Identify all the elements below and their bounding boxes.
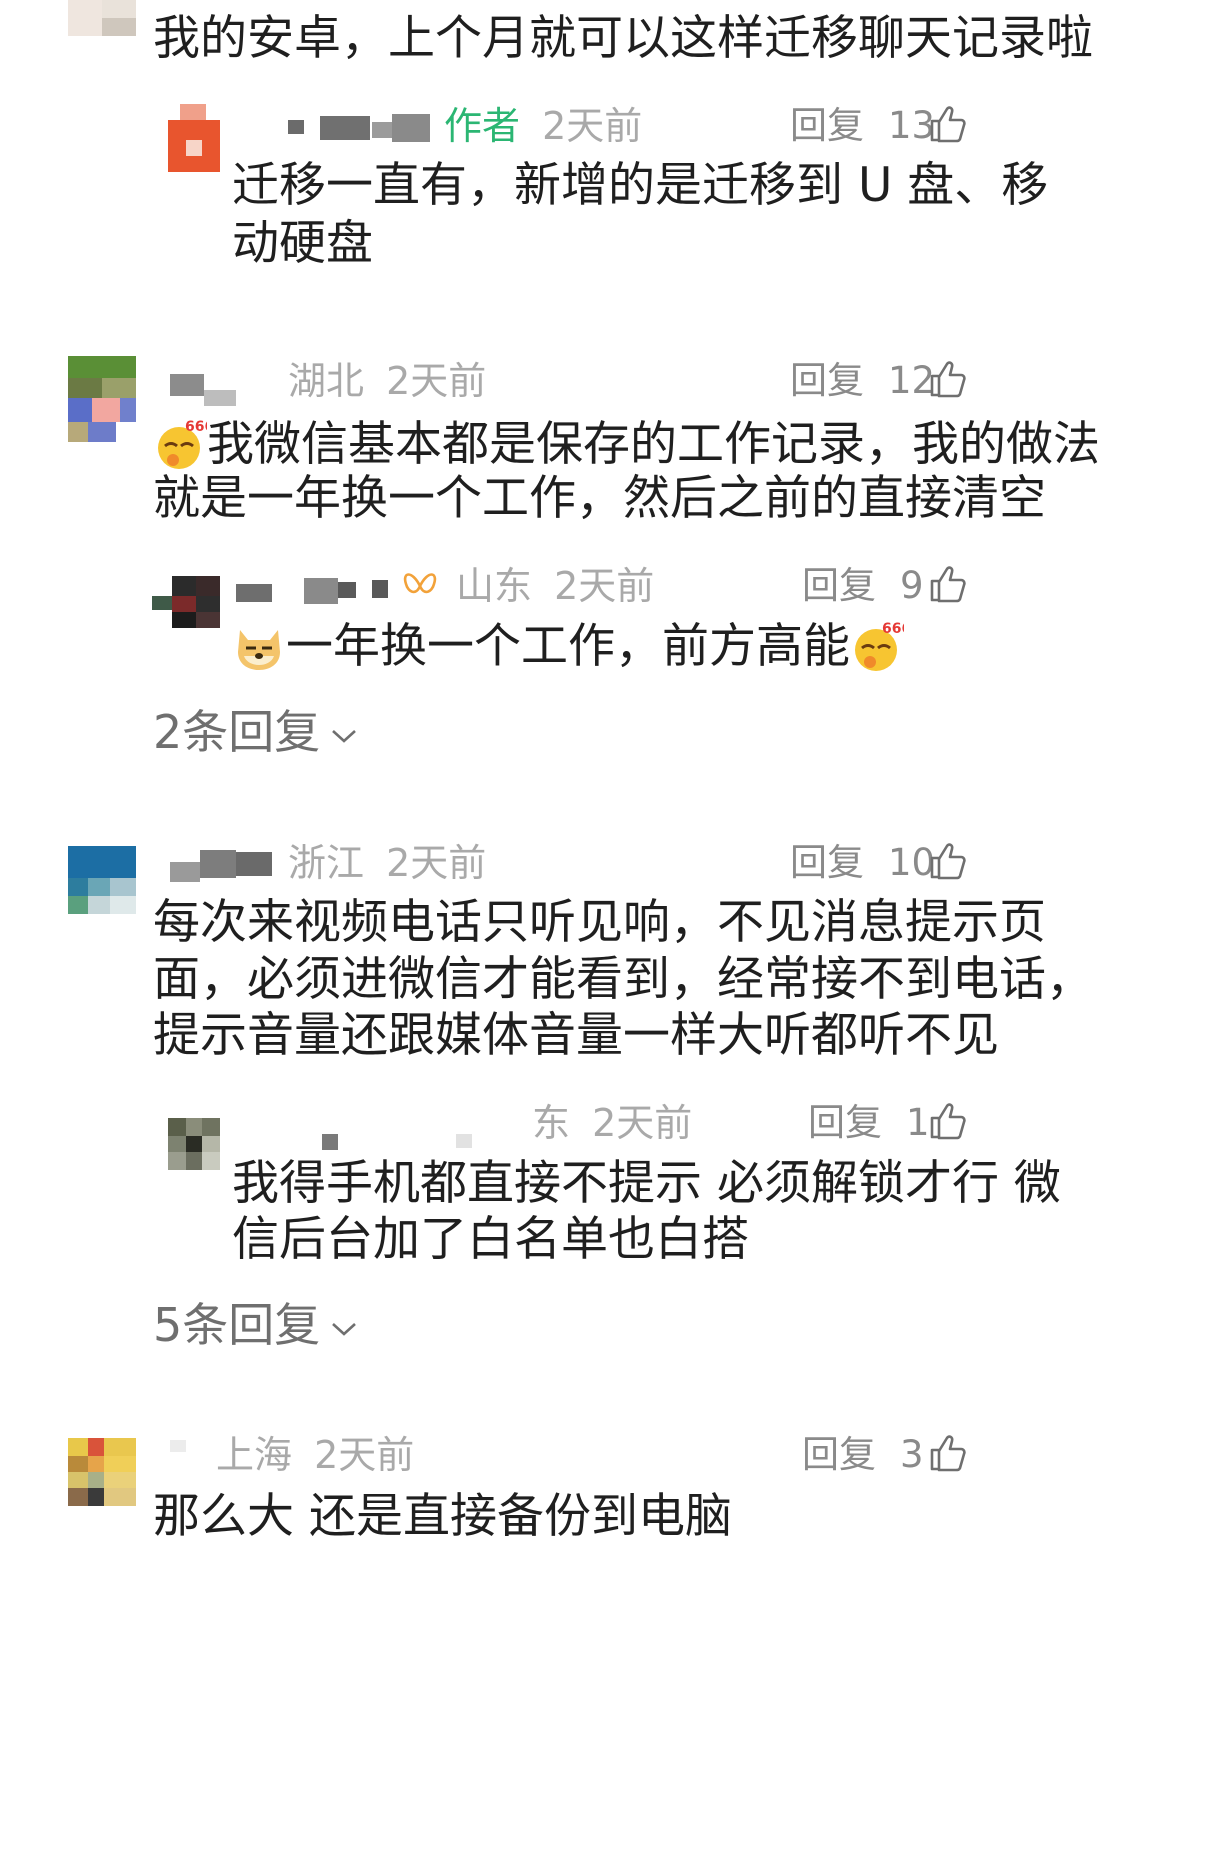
emoji-666-icon: 666: [158, 419, 207, 469]
time-label: 2天前: [542, 104, 643, 148]
reply-meta: 作者 2天前: [444, 104, 642, 148]
avatar[interactable]: [68, 0, 136, 36]
thumbs-up-icon[interactable]: [928, 1433, 968, 1473]
time-label: 2天前: [314, 1433, 415, 1477]
username-redacted: [288, 120, 304, 134]
time-label: 2天前: [554, 564, 655, 608]
username-redacted: [200, 850, 236, 878]
username-redacted: [456, 1134, 472, 1148]
time-label: 2天前: [386, 359, 487, 403]
comment-text: 那么大 还是直接备份到电脑: [153, 1489, 732, 1544]
comment-text: 提示音量还跟媒体音量一样大听都听不见: [153, 1008, 999, 1063]
emoji-666-label: 666: [882, 621, 904, 637]
expand-replies-button[interactable]: 2条回复: [153, 704, 358, 760]
thumbs-up-icon[interactable]: [928, 1101, 968, 1141]
emoji-666-icon: 666: [855, 621, 904, 671]
username-redacted: [372, 122, 392, 138]
username-redacted: [170, 374, 204, 396]
username-redacted: [338, 582, 356, 598]
reply-text: 动硬盘: [232, 216, 373, 271]
reply-meta: 山东 2天前: [456, 564, 654, 608]
location-label: 山东: [456, 564, 533, 608]
location-label: 上海: [216, 1433, 293, 1477]
butterfly-badge-icon: [403, 573, 437, 594]
comment-text-line: 我微信基本都是保存的工作记录，我的做法: [207, 417, 1100, 472]
like-count: 3: [900, 1433, 924, 1476]
location-label: 东: [532, 1101, 571, 1145]
username-redacted: [170, 1440, 186, 1452]
more-replies-label: 2条回复: [153, 705, 321, 759]
thumbs-up-icon[interactable]: [928, 841, 968, 881]
location-label: 浙江: [288, 841, 365, 885]
like-count: 9: [900, 564, 924, 607]
reply-text: 信后台加了白名单也白搭: [232, 1212, 749, 1267]
comment-text: 我的安卓，上个月就可以这样迁移聊天记录啦: [153, 11, 1093, 66]
reply-button[interactable]: 回复: [802, 564, 876, 608]
reply-text: 一年换一个工作，前方高能 666: [232, 614, 904, 680]
avatar[interactable]: [68, 356, 136, 442]
comment-meta: 浙江 2天前: [288, 841, 486, 885]
reply-button[interactable]: 回复: [790, 841, 864, 885]
username-redacted: [304, 578, 338, 604]
avatar[interactable]: [68, 1438, 136, 1506]
thumbs-up-icon[interactable]: [928, 104, 968, 144]
time-label: 2天前: [592, 1101, 693, 1145]
doge-emoji-icon: [238, 630, 280, 670]
username-redacted: [320, 116, 370, 140]
reply-button[interactable]: 回复: [790, 104, 864, 148]
avatar[interactable]: [152, 576, 220, 628]
avatar[interactable]: [68, 846, 136, 914]
reply-button[interactable]: 回复: [790, 359, 864, 403]
username-redacted: [236, 584, 272, 602]
reply-button[interactable]: 回复: [802, 1433, 876, 1477]
username-redacted: [392, 114, 430, 142]
thumbs-up-icon[interactable]: [928, 564, 968, 604]
more-replies-label: 5条回复: [153, 1298, 321, 1352]
username-redacted: [170, 862, 200, 882]
thumbs-up-icon[interactable]: [928, 359, 968, 399]
reply-meta: 东 2天前: [532, 1101, 692, 1145]
reply-text-line: 一年换一个工作，前方高能: [286, 619, 850, 674]
comment-text: 就是一年换一个工作，然后之前的直接清空: [153, 471, 1046, 526]
reply-text: 迁移一直有，新增的是迁移到 U 盘、移: [232, 158, 1049, 213]
chevron-down-icon: [332, 729, 357, 743]
chevron-down-icon: [332, 1322, 357, 1336]
emoji-666-label: 666: [185, 419, 207, 435]
avatar[interactable]: [168, 104, 220, 172]
location-label: 湖北: [288, 359, 365, 403]
author-tag: 作者: [444, 104, 521, 148]
username-redacted: [322, 1134, 338, 1150]
time-label: 2天前: [386, 841, 487, 885]
expand-replies-button[interactable]: 5条回复: [153, 1297, 358, 1353]
reply-button[interactable]: 回复: [808, 1101, 882, 1145]
comment-meta: 湖北 2天前: [288, 359, 486, 403]
username-redacted: [204, 390, 236, 406]
username-redacted: [372, 580, 388, 598]
avatar[interactable]: [168, 1118, 220, 1170]
username-redacted: [236, 852, 272, 876]
comment-meta: 上海 2天前: [216, 1433, 414, 1477]
like-count: 1: [906, 1101, 930, 1144]
